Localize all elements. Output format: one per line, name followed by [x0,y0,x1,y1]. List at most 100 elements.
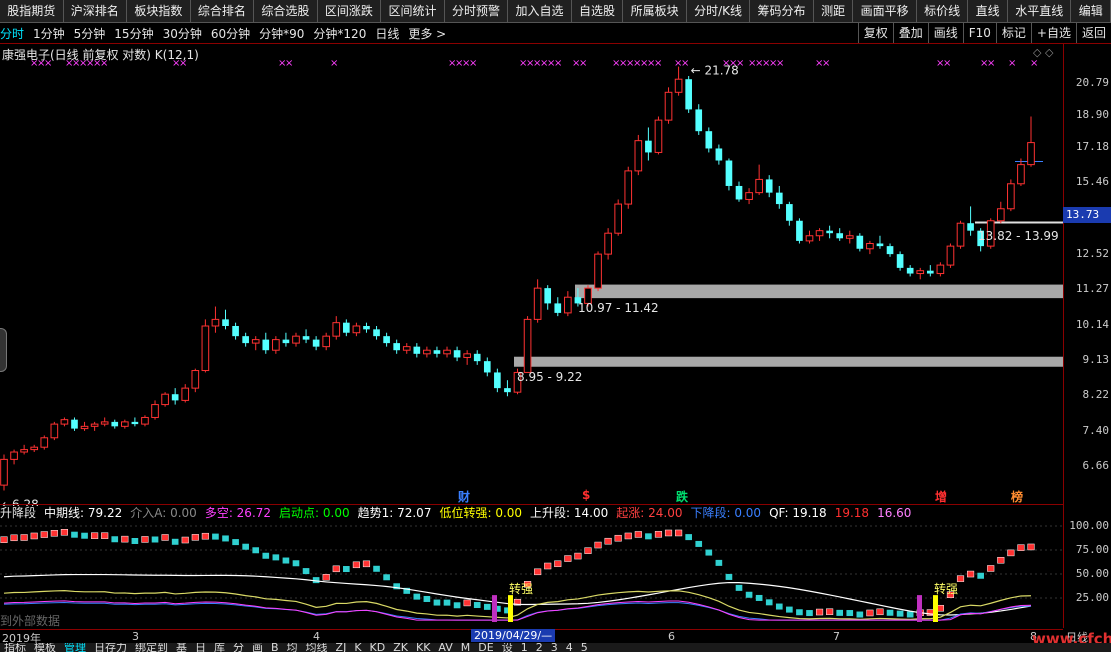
chart-tool-button-2[interactable]: 画线 [927,23,963,43]
period-tab-1[interactable]: 1分钟 [33,25,65,42]
period-tab-6[interactable]: 分钟*90 [259,25,304,42]
candle-body-up [80,425,89,430]
bottom-tab-11[interactable]: 均 [283,643,302,652]
candle-body-up [443,349,451,355]
indicator-block [302,568,310,575]
toolbar-button-18[interactable]: 编辑 [1071,0,1111,22]
bottom-tab-19[interactable]: M [457,643,475,652]
toolbar-button-16[interactable]: 直线 [968,0,1008,22]
bottom-tab-6[interactable]: 日 [191,643,210,652]
bottom-tab-9[interactable]: 画 [248,643,267,652]
bottom-tab-25[interactable]: 4 [562,643,577,652]
event-marker-3[interactable]: 增 [935,488,947,505]
chart-tool-button-3[interactable]: F10 [962,23,996,43]
toolbar-button-10[interactable]: 所属板块 [623,0,687,22]
bottom-tab-21[interactable]: 设 [498,643,517,652]
period-tab-2[interactable]: 5分钟 [74,25,106,42]
event-marker-2[interactable]: 跌 [676,488,688,505]
indicator-block [876,608,884,616]
candle-body-up [0,458,8,486]
indicator-block [675,529,683,537]
indicator-block [222,535,229,542]
bottom-tab-2[interactable]: 管理 [60,643,90,652]
toolbar-button-12[interactable]: 筹码分布 [750,0,814,22]
candle-body-up [121,421,129,427]
indicator-block [373,565,380,572]
event-marker-1[interactable]: $ [582,488,590,502]
toolbar-button-15[interactable]: 标价线 [917,0,969,22]
toolbar-button-3[interactable]: 综合排名 [191,0,255,22]
candle-body-up [322,335,331,348]
period-tab-3[interactable]: 15分钟 [114,25,153,42]
price-tick-7: 10.14 [1075,317,1109,331]
toolbar-button-14[interactable]: 画面平移 [853,0,917,22]
event-marker-0[interactable]: 财 [458,488,470,505]
bottom-tab-3[interactable]: 日存力 [90,643,131,652]
bottom-tab-1[interactable]: 模板 [30,643,60,652]
toolbar-button-2[interactable]: 板块指数 [127,0,191,22]
indicator-block [715,559,723,566]
bottom-tab-18[interactable]: AV [434,643,456,652]
toolbar-button-4[interactable]: 综合选股 [254,0,318,22]
toolbar-button-6[interactable]: 区间统计 [381,0,445,22]
signal-x-marker: × [943,58,951,69]
bottom-tab-23[interactable]: 2 [532,643,547,652]
bottom-tab-17[interactable]: KK [412,643,434,652]
bottom-tab-14[interactable]: K [350,643,365,652]
chart-tool-button-1[interactable]: 叠加 [892,23,928,43]
panel-collapse-handle[interactable] [0,328,7,372]
bottom-tab-22[interactable]: 1 [517,643,532,652]
bottom-tab-16[interactable]: ZK [389,643,412,652]
bottom-tab-15[interactable]: KD [366,643,390,652]
bottom-tab-26[interactable]: 5 [577,643,592,652]
indicator-chart[interactable]: 转强 转强 [0,520,1063,628]
indicator-block [0,536,8,543]
candle-body-up [423,349,431,355]
bottom-tab-7[interactable]: 库 [210,643,229,652]
bottom-tab-4[interactable]: 绑定到 [131,643,172,652]
toolbar-button-11[interactable]: 分时/K线 [687,0,751,22]
toolbar-button-17[interactable]: 水平直线 [1008,0,1072,22]
period-tab-9[interactable]: 更多 > [408,25,446,42]
candle-body-down [876,243,884,247]
chart-tool-button-6[interactable]: 返回 [1075,23,1111,43]
event-marker-4[interactable]: 榜 [1011,488,1023,505]
toolbar-button-7[interactable]: 分时预警 [445,0,509,22]
candle-body-down [554,303,562,313]
period-tab-4[interactable]: 30分钟 [163,25,202,42]
period-tab-8[interactable]: 日线 [375,25,399,42]
toolbar-button-9[interactable]: 自选股 [572,0,624,22]
bottom-tab-0[interactable]: 指标 [0,643,30,652]
candle-body-down [645,140,652,153]
price-chart[interactable]: ← 21.78←6.28××× ×××××× ×× ×× × ×××× ×××××× ×× ××… [0,44,1063,506]
toolbar-button-8[interactable]: 加入自选 [508,0,572,22]
indicator-block [786,606,793,613]
bottom-tab-20[interactable]: DE [474,643,497,652]
toolbar-button-5[interactable]: 区间涨跌 [318,0,382,22]
chart-tool-button-5[interactable]: +自选 [1030,23,1076,43]
bottom-tab-24[interactable]: 3 [547,643,562,652]
chart-tool-button-4[interactable]: 标记 [995,23,1031,43]
candle-body-up [90,423,99,427]
indicator-block [614,534,622,542]
candle-body-up [866,242,874,250]
hidden-data-label: 到外部数据 [0,614,61,628]
toolbar-button-0[interactable]: 股指期货 [0,0,64,22]
period-tab-5[interactable]: 60分钟 [211,25,250,42]
period-tab-0[interactable]: 分时 [0,25,24,42]
candle-body-up [251,339,260,344]
indicator-value-3: 启动点: 0.00 [279,506,350,520]
toolbar-button-13[interactable]: 测距 [814,0,854,22]
period-tab-7[interactable]: 分钟*120 [313,25,366,42]
bottom-tab-5[interactable]: 基 [172,643,191,652]
bottom-tab-13[interactable]: ZJ [332,643,351,652]
bottom-tab-12[interactable]: 均线 [302,643,332,652]
bottom-tab-8[interactable]: 分 [229,643,248,652]
indicator-tick-3: 25.00 [1075,591,1109,604]
candle-body-down [483,361,491,373]
bottom-tab-10[interactable]: B [267,643,283,652]
chart-tool-button-0[interactable]: 复权 [857,23,893,43]
indicator-block [967,570,975,578]
toolbar-button-1[interactable]: 沪深排名 [64,0,128,22]
indicator-value-8: 下降段: 0.00 [690,506,762,520]
